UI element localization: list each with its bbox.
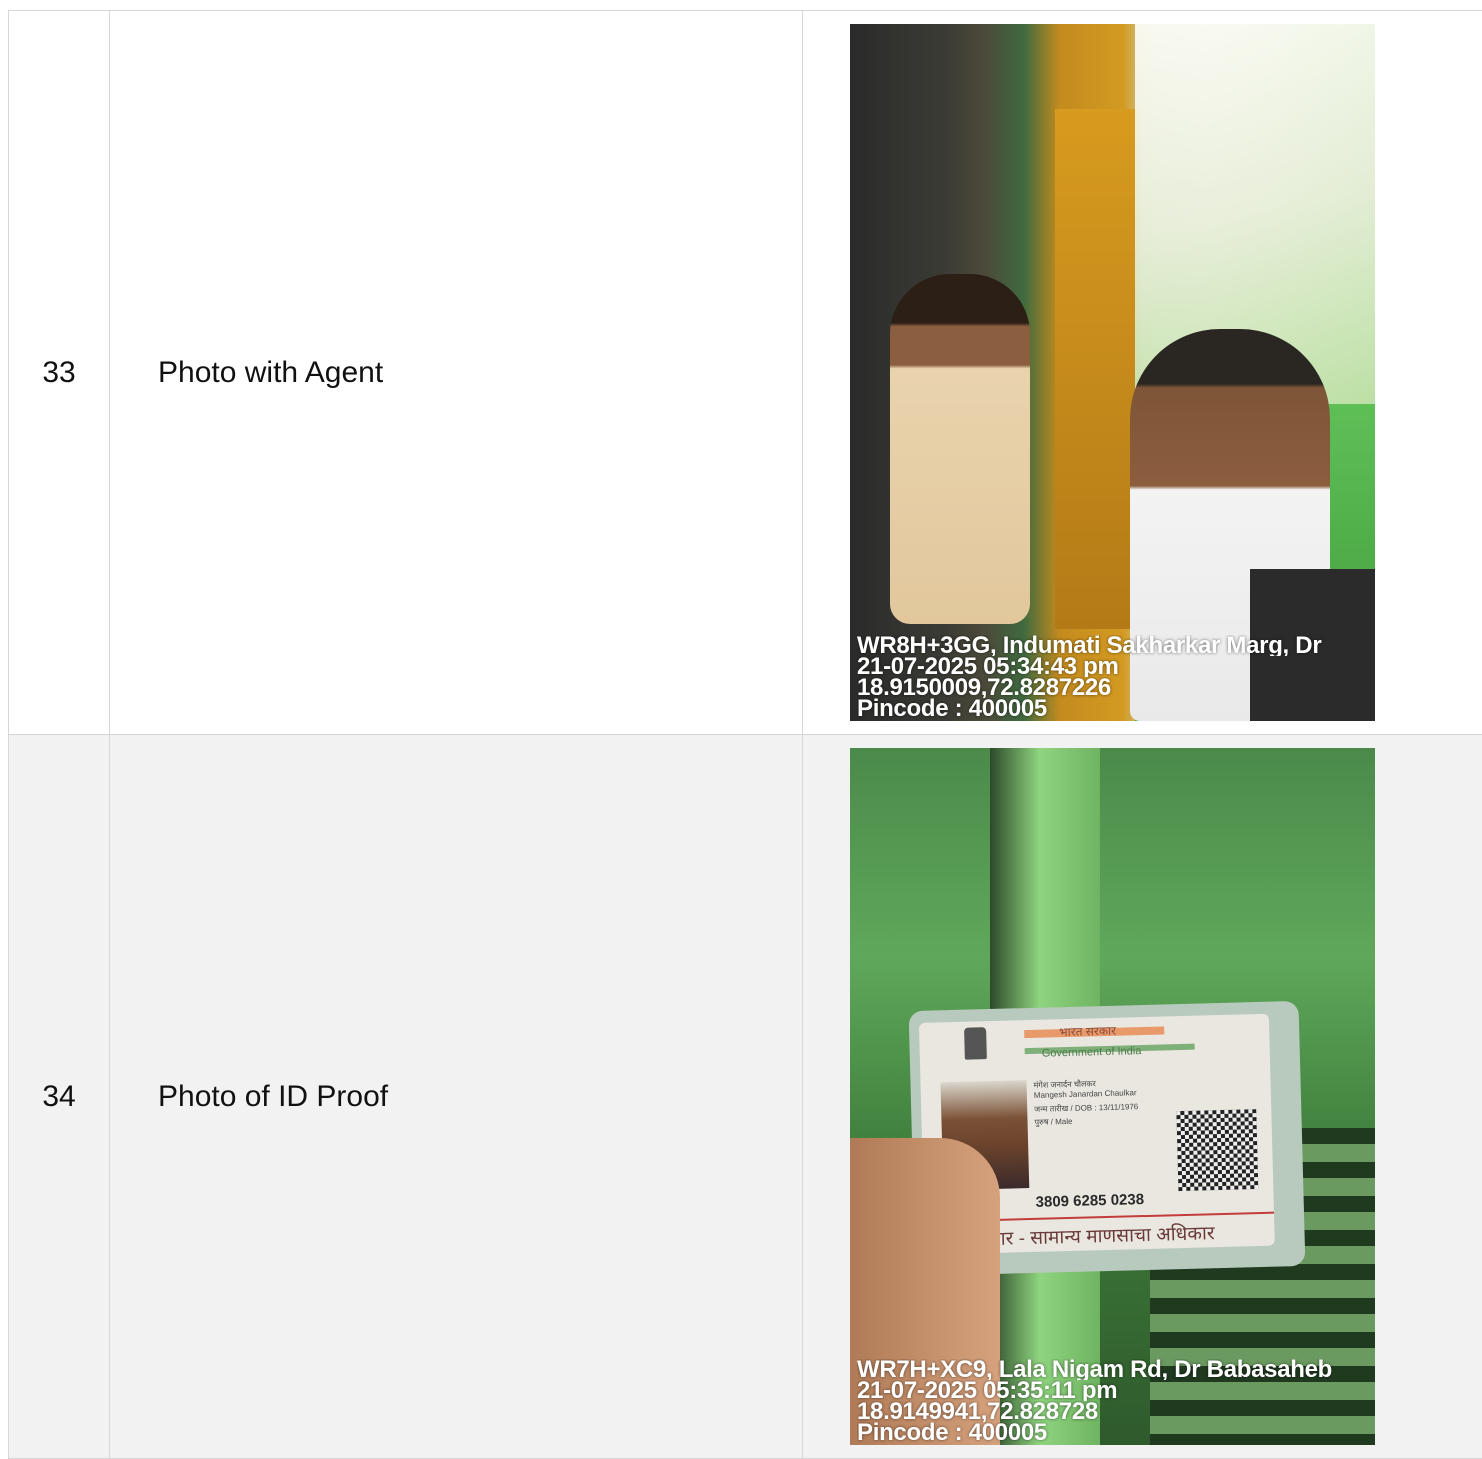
geo-stamp: WR7H+XC9, Lala Nigam Rd, Dr Babasaheb 21… [857, 1359, 1375, 1443]
table-row: 33 Photo with Agent WR8H+3GG, Indumati S… [9, 11, 1482, 735]
row-label: Photo with Agent [110, 11, 803, 735]
stamp-pincode: Pincode : 400005 [857, 1422, 1375, 1443]
card-footer: आधार - सामान्य माणसाचा अधिकार [969, 1219, 1215, 1251]
photo-person-left [890, 274, 1030, 624]
card-aadhaar-number: 3809 6285 0238 [1035, 1191, 1144, 1211]
stamp-coords: 18.9149941,72.828728 [857, 1401, 1375, 1422]
card-name: Mangesh Janardan Chaulkar [1034, 1088, 1137, 1100]
stamp-datetime: 21-07-2025 05:35:11 pm [857, 1380, 1375, 1401]
stamp-address: WR7H+XC9, Lala Nigam Rd, Dr Babasaheb [857, 1359, 1375, 1380]
geo-stamp: WR8H+3GG, Indumati Sakharkar Marg, Dr 21… [857, 635, 1375, 719]
qr-code-icon [1176, 1109, 1258, 1191]
stamp-coords: 18.9150009,72.8287226 [857, 677, 1375, 698]
stamp-address: WR8H+3GG, Indumati Sakharkar Marg, Dr [857, 635, 1375, 656]
photo-cell: भारत सरकार Government of India मंगेश जना… [803, 735, 1482, 1459]
card-gov-text: Government of India [1042, 1045, 1142, 1060]
stamp-pincode: Pincode : 400005 [857, 698, 1375, 719]
agent-photo: WR8H+3GG, Indumati Sakharkar Marg, Dr 21… [850, 24, 1375, 721]
card-hindi-header: भारत सरकार [1059, 1022, 1116, 1040]
card-gender: पुरुष / Male [1034, 1116, 1072, 1128]
photo-cell: WR8H+3GG, Indumati Sakharkar Marg, Dr 21… [803, 11, 1482, 735]
row-number: 33 [9, 11, 110, 735]
photo-report-table: 33 Photo with Agent WR8H+3GG, Indumati S… [8, 10, 1482, 1459]
photo-door [1055, 109, 1140, 629]
table-row: 34 Photo of ID Proof भारत सरकार Governme… [9, 735, 1482, 1459]
row-number: 34 [9, 735, 110, 1459]
emblem-icon [964, 1027, 987, 1060]
card-dob: जन्म तारीख / DOB : 13/11/1976 [1034, 1101, 1138, 1115]
stamp-datetime: 21-07-2025 05:34:43 pm [857, 656, 1375, 677]
row-label: Photo of ID Proof [110, 735, 803, 1459]
id-proof-photo: भारत सरकार Government of India मंगेश जना… [850, 748, 1375, 1445]
